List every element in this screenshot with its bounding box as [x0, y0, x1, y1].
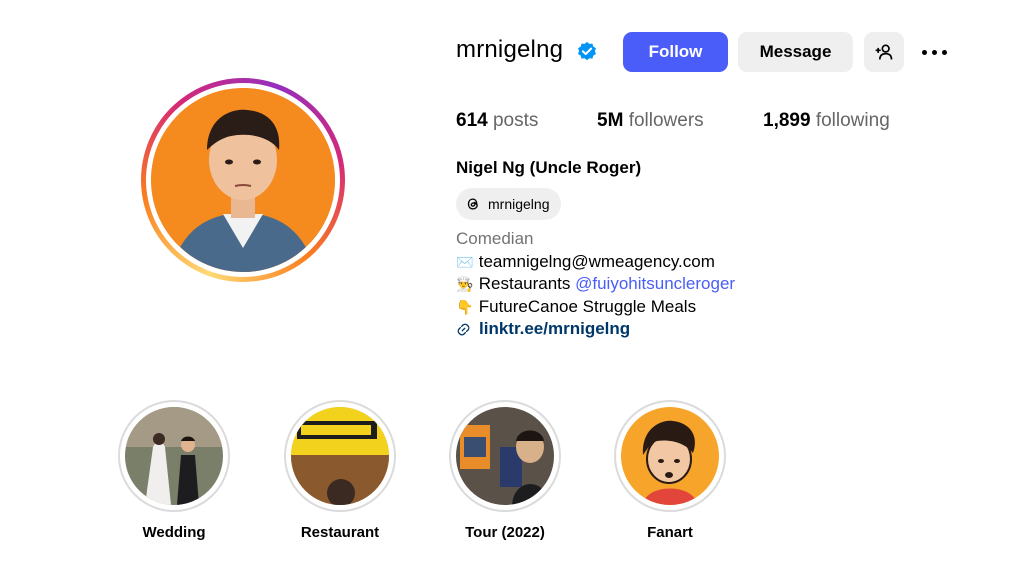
- posts-label: posts: [492, 110, 539, 131]
- bio-restaurants-line: 👨‍🍳 Restaurants @fuiyohitsuncleroger: [456, 273, 735, 295]
- highlight-ring: [614, 400, 726, 512]
- bio-email: teamnigelng@wmeagency.com: [478, 252, 715, 271]
- avatar-illustration: [151, 88, 335, 272]
- posts-count: 614 posts: [456, 110, 538, 132]
- threads-badge[interactable]: mrnigelng: [456, 188, 562, 220]
- highlight-cover: [456, 407, 554, 505]
- avatar-border: [146, 83, 340, 277]
- avatar-image: [151, 88, 335, 272]
- tour-cover-image: [456, 407, 554, 505]
- more-options-icon: [921, 49, 927, 55]
- bio-category: Comedian: [456, 229, 534, 248]
- highlight-ring: [284, 400, 396, 512]
- followers-label: followers: [628, 110, 704, 131]
- highlight-cover: [125, 407, 223, 505]
- highlight-ring: [449, 400, 561, 512]
- message-button[interactable]: Message: [738, 32, 853, 72]
- highlight-wedding[interactable]: Wedding: [118, 400, 230, 541]
- highlight-cover: [621, 407, 719, 505]
- pointing-down-icon: 👇: [456, 299, 474, 315]
- bio-mention-link[interactable]: @fuiyohitsuncleroger: [575, 274, 735, 293]
- profile-full-name: Nigel Ng (Uncle Roger): [456, 158, 642, 177]
- fanart-cover-image: [621, 407, 719, 505]
- chef-icon: 👨‍🍳: [456, 276, 474, 292]
- more-options-button[interactable]: [916, 40, 952, 64]
- envelope-icon: ✉️: [456, 254, 474, 270]
- posts-number: 614: [456, 110, 488, 131]
- follow-button[interactable]: Follow: [623, 32, 728, 72]
- following-label: following: [815, 110, 890, 131]
- restaurant-cover-image: [291, 407, 389, 505]
- bio-link-text: linktr.ee/mrnigelng: [479, 319, 631, 338]
- profile-avatar[interactable]: [141, 78, 345, 282]
- profile-username: mrnigelng: [456, 36, 564, 63]
- link-icon: [457, 323, 470, 335]
- highlight-tour-2022[interactable]: Tour (2022): [449, 400, 561, 541]
- wedding-cover-image: [125, 407, 223, 505]
- highlight-label: Fanart: [647, 524, 693, 541]
- highlight-label: Tour (2022): [465, 524, 545, 541]
- followers-link[interactable]: 5M followers: [597, 110, 704, 132]
- highlight-label: Wedding: [142, 524, 206, 541]
- add-user-icon: [875, 44, 893, 60]
- threads-handle: mrnigelng: [488, 196, 550, 212]
- highlight-label: Restaurant: [300, 524, 380, 541]
- highlight-restaurant[interactable]: Restaurant: [284, 400, 396, 541]
- more-options-icon: [941, 49, 947, 55]
- more-options-icon: [931, 49, 937, 55]
- following-link[interactable]: 1,899 following: [763, 110, 890, 132]
- highlight-cover: [291, 407, 389, 505]
- threads-icon: [467, 198, 478, 210]
- verified-badge-icon: [578, 41, 596, 61]
- add-user-button[interactable]: [864, 32, 904, 72]
- bio-email-line: ✉️ teamnigelng@wmeagency.com: [456, 251, 715, 273]
- bio-restaurants-text: Restaurants: [478, 274, 576, 293]
- followers-number: 5M: [597, 110, 624, 131]
- following-number: 1,899: [763, 110, 811, 131]
- bio-struggle-meals-line: 👇 FutureCanoe Struggle Meals: [456, 296, 696, 318]
- highlight-fanart[interactable]: Fanart: [614, 400, 726, 541]
- bio-external-link[interactable]: linktr.ee/mrnigelng: [456, 318, 630, 340]
- bio-struggle-meals-text: FutureCanoe Struggle Meals: [478, 297, 697, 316]
- highlight-ring: [118, 400, 230, 512]
